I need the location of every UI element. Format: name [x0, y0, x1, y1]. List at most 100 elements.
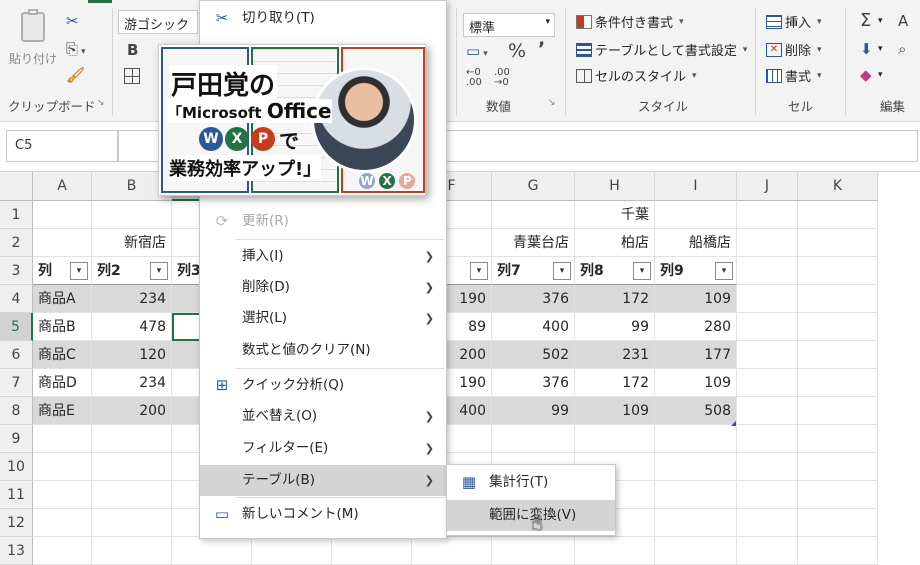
cell-value[interactable]: 172	[575, 285, 655, 313]
cell-value[interactable]: 99	[575, 313, 655, 341]
row-header[interactable]: 4	[0, 285, 33, 313]
menu-item-new-comment[interactable]: ▭ 新しいコメント(M)	[200, 499, 446, 530]
cell-product[interactable]: 商品D	[33, 369, 92, 397]
cell[interactable]	[737, 257, 798, 285]
cell-value[interactable]: 120	[92, 341, 172, 369]
menu-item-clear[interactable]: 数式と値のクリア(N)	[200, 335, 446, 366]
cell-value[interactable]: 99	[492, 397, 575, 425]
menu-item-delete[interactable]: 削除(D) ❯	[200, 272, 446, 303]
cell-value[interactable]: 280	[655, 313, 737, 341]
dialog-launcher-icon[interactable]: ↘	[97, 98, 105, 108]
cell-product[interactable]: 商品A	[33, 285, 92, 313]
cell[interactable]	[798, 257, 878, 285]
cell-value[interactable]: 172	[575, 369, 655, 397]
table-header-cell[interactable]: 列 ▾	[33, 257, 92, 285]
cell[interactable]	[575, 537, 655, 565]
cell[interactable]	[33, 481, 92, 509]
cell[interactable]	[798, 229, 878, 257]
cell[interactable]	[33, 425, 92, 453]
menu-item-sort[interactable]: 並べ替え(O) ❯	[200, 401, 446, 432]
cell-value[interactable]: 234	[92, 369, 172, 397]
row-header[interactable]: 2	[0, 229, 33, 257]
cell[interactable]	[798, 537, 878, 565]
delete-cells-button[interactable]: ✕ 削除 ▾	[766, 40, 822, 59]
submenu-item-total-row[interactable]: ▦ 集計行(T)	[447, 467, 615, 498]
cell[interactable]	[412, 537, 492, 565]
paste-button[interactable]: 貼り付け	[6, 9, 60, 78]
cell[interactable]	[737, 509, 798, 537]
row-header[interactable]: 1	[0, 201, 33, 229]
cell-store-name[interactable]: 船橋店	[655, 229, 737, 257]
cell[interactable]	[33, 509, 92, 537]
menu-item-select[interactable]: 選択(L) ❯	[200, 303, 446, 334]
filter-dropdown-icon[interactable]: ▾	[715, 262, 733, 280]
number-format-box[interactable]: 標準 ▾	[463, 13, 555, 37]
cell[interactable]	[798, 453, 878, 481]
cell[interactable]	[737, 481, 798, 509]
cell[interactable]	[737, 369, 798, 397]
cell[interactable]	[655, 453, 737, 481]
column-header[interactable]: J	[737, 172, 798, 201]
format-as-table-button[interactable]: テーブルとして書式設定 ▾	[576, 40, 747, 59]
cell[interactable]	[492, 425, 575, 453]
cell[interactable]	[798, 425, 878, 453]
sort-filter-icon[interactable]: A	[898, 12, 908, 30]
cell-store-name[interactable]: 柏店	[575, 229, 655, 257]
cell[interactable]	[798, 369, 878, 397]
column-header[interactable]: K	[798, 172, 878, 201]
menu-item-quick-analysis[interactable]: ⊞ クイック分析(Q)	[200, 370, 446, 401]
format-painter-icon[interactable]: 🖌	[66, 66, 85, 84]
column-header[interactable]: A	[33, 172, 92, 201]
filter-dropdown-icon[interactable]: ▾	[553, 262, 571, 280]
menu-item-insert[interactable]: 挿入(I) ❯	[200, 241, 446, 272]
cell[interactable]	[737, 285, 798, 313]
row-header[interactable]: 10	[0, 453, 33, 481]
cell-styles-button[interactable]: セルのスタイル ▾	[576, 66, 697, 85]
cell[interactable]	[92, 509, 172, 537]
name-box[interactable]: C5	[6, 130, 118, 162]
cell[interactable]	[737, 229, 798, 257]
borders-icon[interactable]	[124, 68, 140, 84]
font-name-box[interactable]: 游ゴシック	[118, 10, 198, 34]
cell[interactable]	[798, 341, 878, 369]
cell[interactable]	[798, 201, 878, 229]
format-cells-button[interactable]: 書式 ▾	[766, 66, 822, 85]
column-header[interactable]: H	[575, 172, 655, 201]
cell[interactable]	[92, 537, 172, 565]
cell[interactable]	[492, 537, 575, 565]
cell[interactable]	[655, 425, 737, 453]
table-header-cell[interactable]: 列7 ▾	[492, 257, 575, 285]
clear-icon[interactable]: ◆	[860, 66, 872, 84]
cell[interactable]	[92, 453, 172, 481]
cell-product[interactable]: 商品C	[33, 341, 92, 369]
cell[interactable]	[798, 481, 878, 509]
cell-value[interactable]: 478	[92, 313, 172, 341]
cell[interactable]	[33, 201, 92, 229]
cell[interactable]	[737, 341, 798, 369]
cell[interactable]	[798, 397, 878, 425]
cell[interactable]	[655, 509, 737, 537]
insert-cells-button[interactable]: 挿入 ▾	[766, 12, 822, 31]
cell[interactable]	[737, 425, 798, 453]
cell[interactable]	[737, 201, 798, 229]
table-header-cell[interactable]: 列8 ▾	[575, 257, 655, 285]
cell-region-label[interactable]: 千葉	[575, 201, 655, 229]
fill-icon[interactable]: ⬇	[860, 40, 873, 58]
cell[interactable]	[92, 201, 172, 229]
cell[interactable]	[655, 481, 737, 509]
cell[interactable]	[172, 537, 252, 565]
row-header[interactable]: 8	[0, 397, 33, 425]
cut-icon[interactable]: ✂	[66, 12, 79, 30]
cell-product[interactable]: 商品E	[33, 397, 92, 425]
currency-icon[interactable]: ▭ ▾	[466, 42, 488, 60]
row-header[interactable]: 13	[0, 537, 33, 565]
cell-value[interactable]: 400	[492, 313, 575, 341]
cell[interactable]	[655, 201, 737, 229]
cell-product[interactable]: 商品B	[33, 313, 92, 341]
increase-decimal-icon[interactable]: ←0.00	[466, 68, 482, 88]
table-header-cell[interactable]: 列2 ▾	[92, 257, 172, 285]
row-header[interactable]: 7	[0, 369, 33, 397]
row-header[interactable]: 3	[0, 257, 33, 285]
cell-store-name[interactable]: 新宿店	[92, 229, 172, 257]
cell[interactable]	[92, 425, 172, 453]
